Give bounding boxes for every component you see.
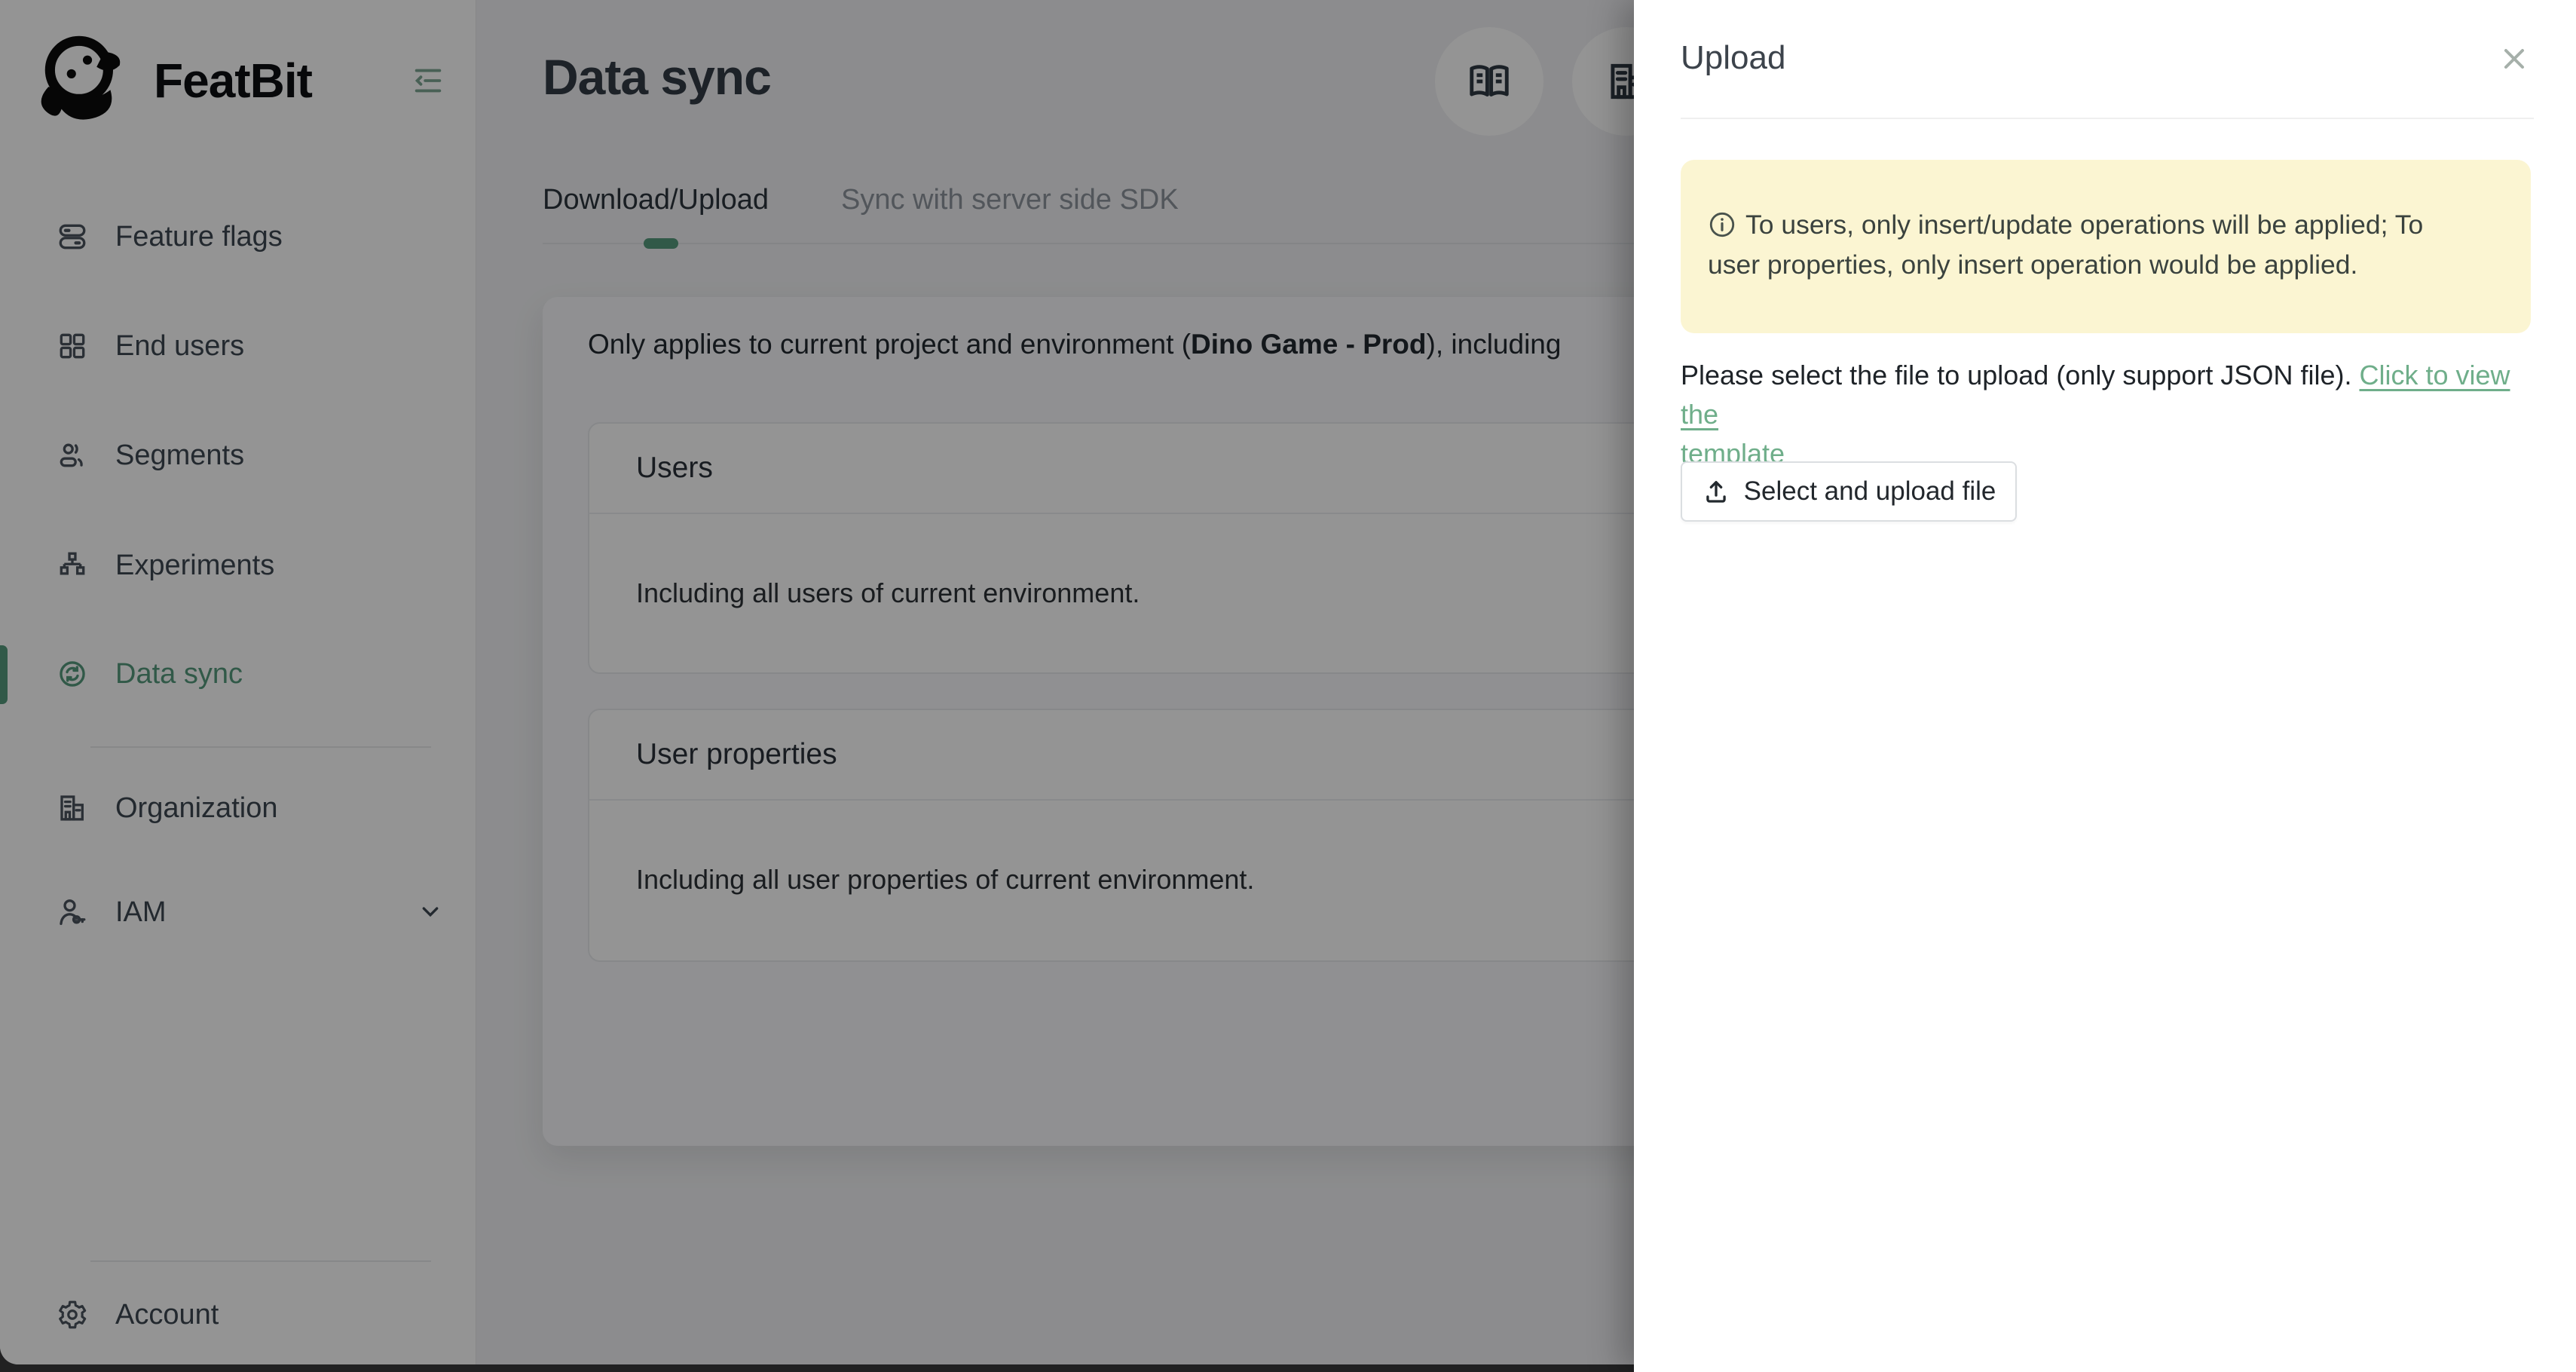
drawer-header-divider [1681,118,2534,119]
instruction-text: Please select the file to upload (only s… [1681,360,2351,390]
screen: FeatBit Feature flags [0,0,2576,1372]
select-upload-file-button[interactable]: Select and upload file [1681,461,2017,522]
alert-text-line1: To users, only insert/update operations … [1745,210,2423,240]
close-icon [2498,42,2534,75]
upload-info-alert: To users, only insert/update operations … [1681,160,2531,333]
upload-drawer: Upload To users, only insert/update oper… [1634,0,2576,1372]
close-button[interactable] [2498,41,2534,77]
alert-text-line2: user properties, only insert operation w… [1708,250,2357,280]
drawer-title: Upload [1681,39,1785,77]
upload-button-label: Select and upload file [1744,476,1996,507]
upload-instruction: Please select the file to upload (only s… [1681,356,2555,473]
info-circle-icon [1708,210,1736,239]
upload-icon [1702,477,1730,506]
